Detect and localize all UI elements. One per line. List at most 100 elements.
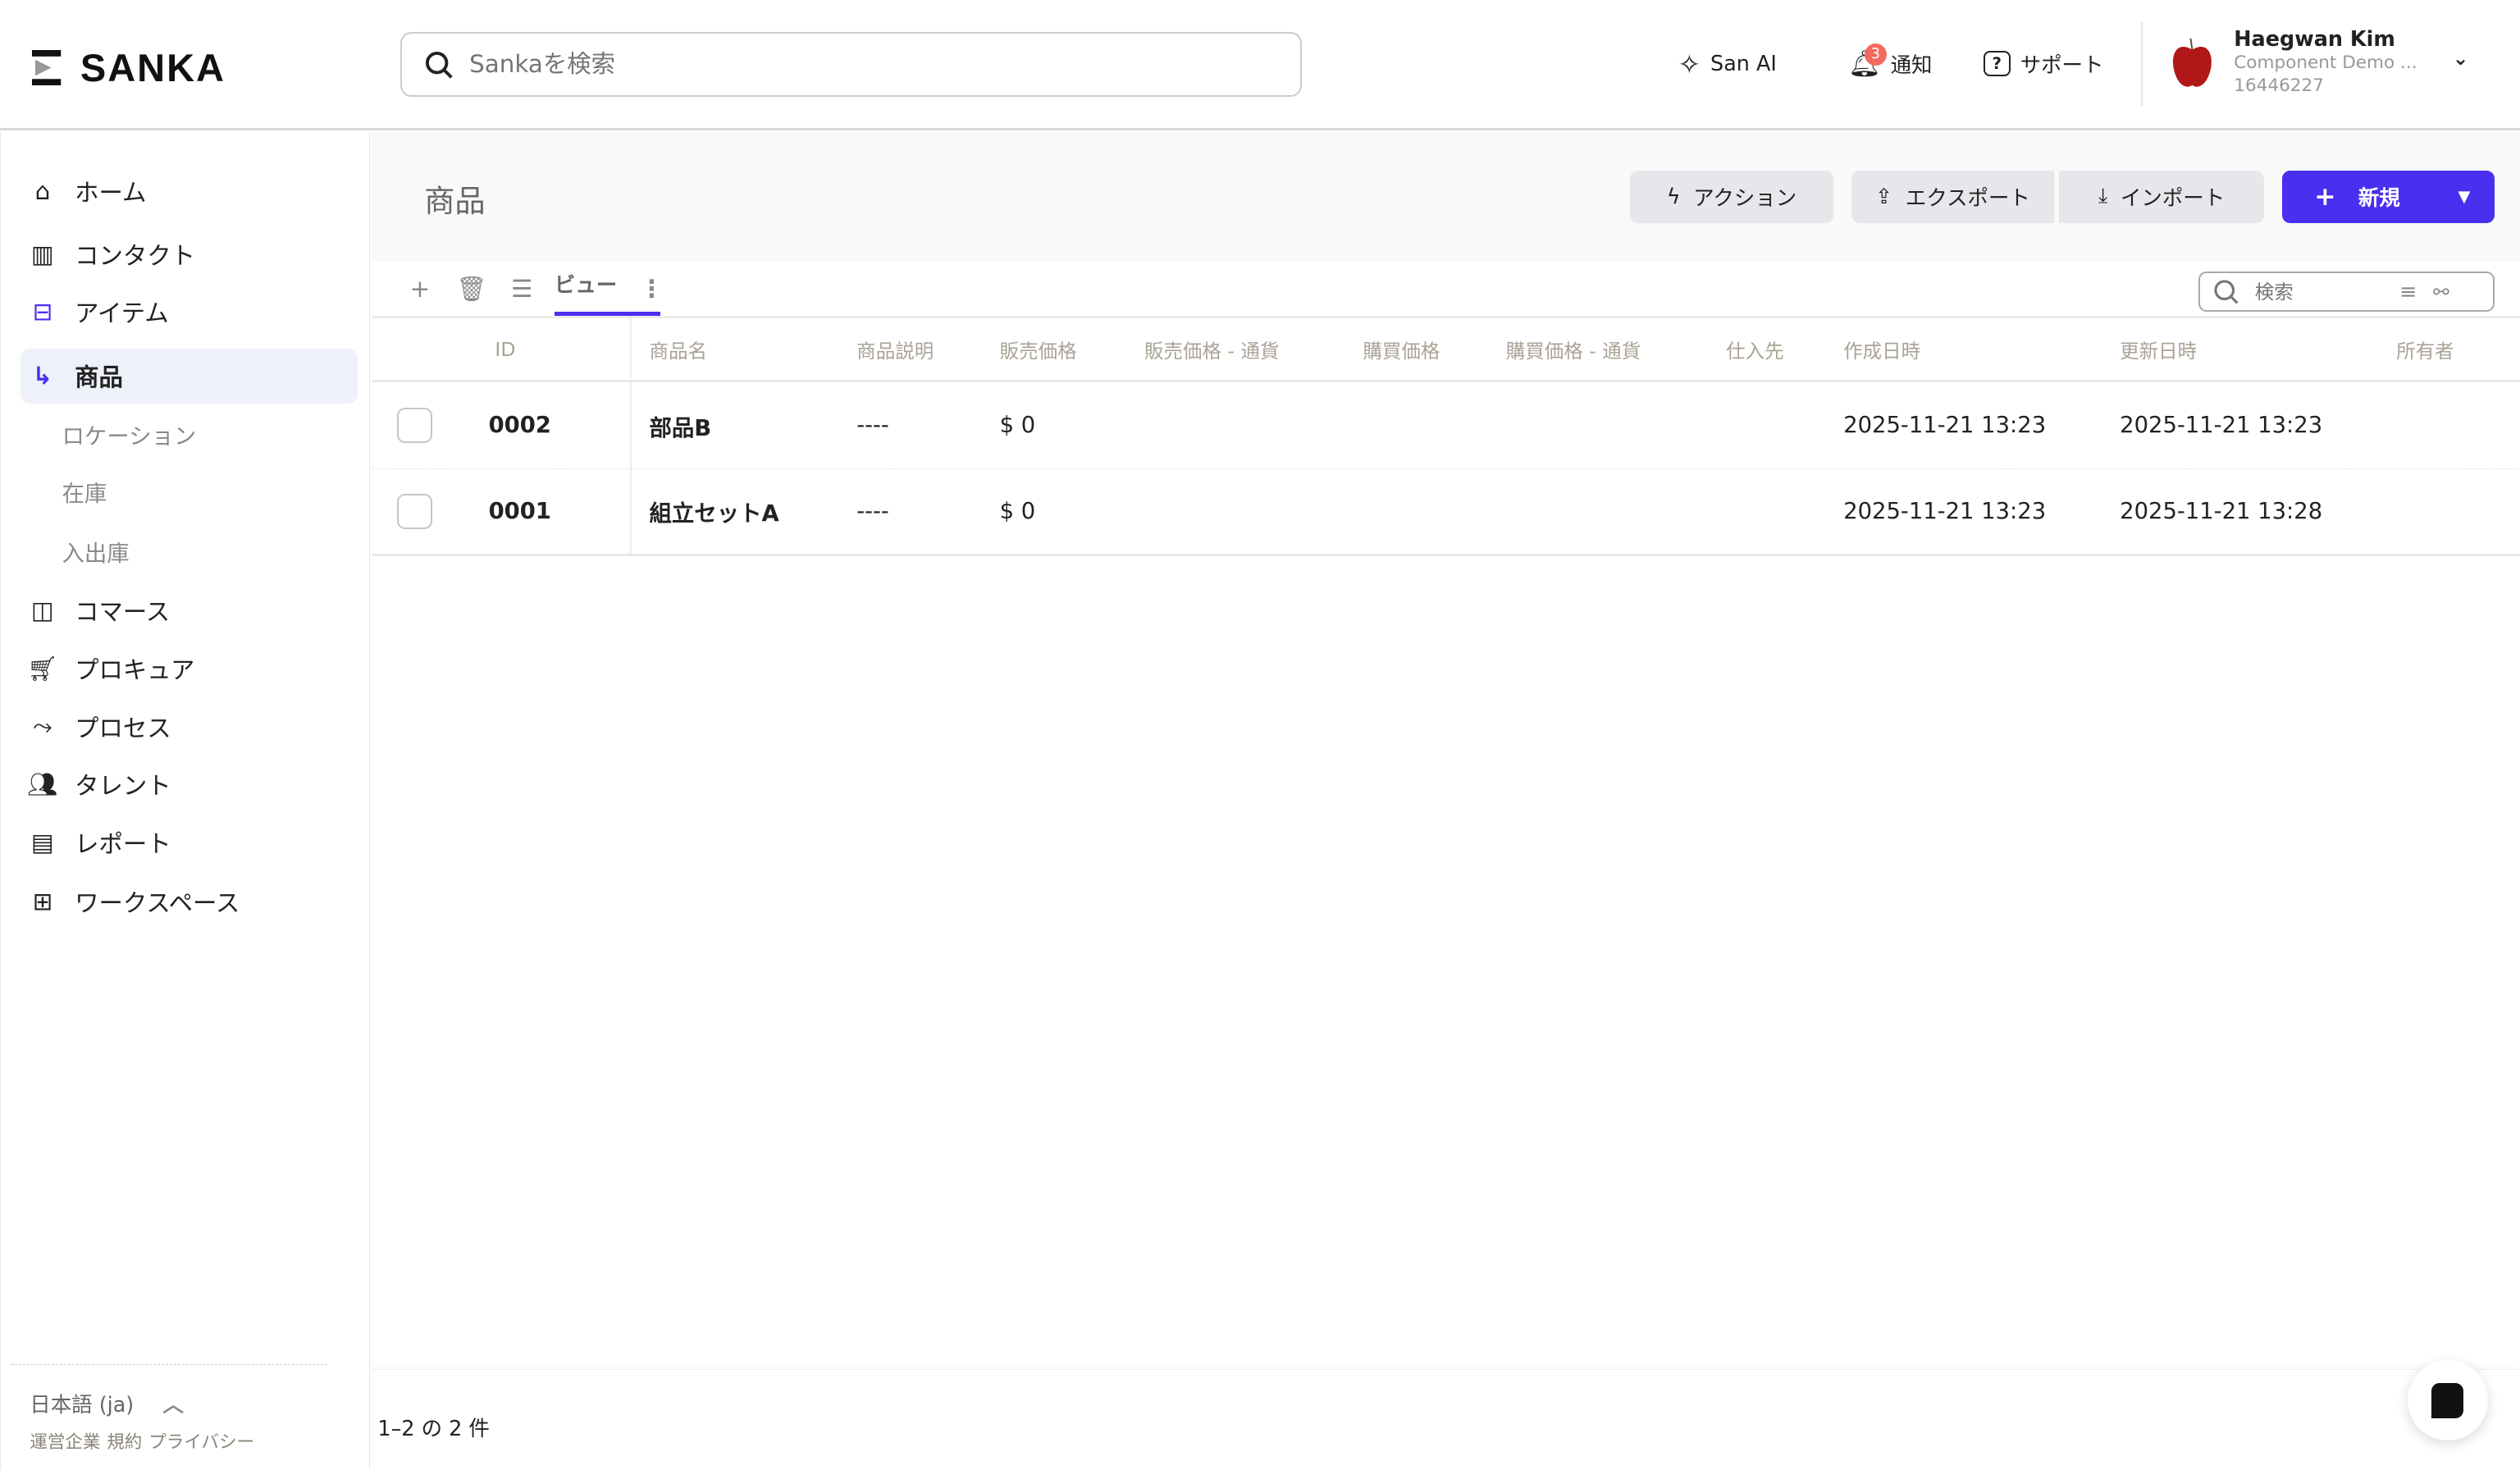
actions-button[interactable]: ϟ アクション	[1630, 171, 1834, 224]
sidebar-item-process[interactable]: ⤳プロセス	[21, 699, 358, 754]
cell-created: 2025-11-21 13:23	[1843, 469, 2046, 554]
new-label: 新規	[2358, 181, 2400, 212]
more-vertical-icon[interactable]: ⋮	[640, 275, 664, 303]
nav-label: アイテム	[75, 294, 169, 329]
sidebar-item-products[interactable]: ↳ 商品	[21, 349, 358, 404]
chat-button[interactable]	[2408, 1360, 2488, 1440]
column-header-purchase-price[interactable]: 購買価格	[1363, 318, 1440, 380]
sidebar-item-inventory[interactable]: 在庫	[21, 464, 358, 519]
table-row[interactable]: 0002 部品B ---- $ 0 2025-11-21 13:23 2025-…	[372, 382, 2520, 469]
language-selector[interactable]: 日本語 (ja) ︿	[30, 1388, 370, 1418]
cell-sale-price: $ 0	[1000, 469, 1036, 554]
logo-text: SANKA	[80, 45, 226, 90]
page-title: 商品	[424, 176, 485, 221]
cell-description: ----	[856, 469, 889, 554]
view-tabs: + 🗑︎ ☰ ビュー ⋮ ≡ ⚯	[372, 262, 2520, 318]
column-header-name[interactable]: 商品名	[650, 318, 708, 380]
column-header-purchase-currency[interactable]: 購買価格 - 通貨	[1506, 318, 1641, 380]
cell-name[interactable]: 組立セットA	[650, 469, 779, 554]
row-checkbox[interactable]	[397, 408, 432, 443]
column-header-description[interactable]: 商品説明	[856, 318, 934, 380]
global-search-input[interactable]	[469, 50, 1240, 78]
actions-label: アクション	[1693, 181, 1796, 212]
tab-view-label: ビュー	[555, 273, 617, 298]
row-checkbox[interactable]	[397, 494, 432, 529]
pagination-label: 1–2 の 2 件	[377, 1412, 490, 1442]
bell-icon: 🔔︎3	[1848, 48, 1881, 79]
chevron-down-icon[interactable]: ⌄	[2453, 47, 2469, 97]
avatar	[2170, 34, 2215, 92]
route-icon: ⤳	[26, 710, 58, 742]
sidebar-item-workspace[interactable]: ⊞ワークスペース	[21, 874, 358, 929]
sub-arrow-icon: ↳	[26, 360, 58, 392]
search-icon	[424, 50, 453, 79]
table-search[interactable]: ≡ ⚯	[2198, 272, 2494, 312]
add-view-icon[interactable]: +	[410, 275, 431, 303]
column-header-created[interactable]: 作成日時	[1843, 318, 1920, 380]
report-icon: ▤	[26, 826, 58, 858]
column-header-id[interactable]: ID	[495, 318, 515, 380]
san-ai-label: San AI	[1710, 52, 1777, 76]
cell-description: ----	[856, 382, 889, 468]
cell-updated: 2025-11-21 13:23	[2120, 382, 2322, 468]
lightning-icon: ϟ	[1667, 185, 1681, 209]
new-button[interactable]: +新規▼	[2282, 171, 2495, 224]
filter-icon[interactable]: ≡	[2399, 280, 2417, 304]
sidebar-item-items[interactable]: ⊟アイテム	[21, 285, 358, 340]
column-header-updated[interactable]: 更新日時	[2120, 318, 2197, 380]
chevron-up-icon: ︿	[162, 1388, 183, 1418]
nav-label: ワークスペース	[75, 884, 240, 919]
sidebar-item-commerce[interactable]: ◫ コマース	[21, 583, 358, 638]
support-button[interactable]: ?サポート	[1984, 48, 2104, 79]
search-icon	[2213, 279, 2239, 304]
sliders-icon[interactable]: ⚯	[2433, 281, 2449, 304]
logo[interactable]: SANKA	[32, 45, 226, 90]
notifications-button[interactable]: 🔔︎3通知	[1848, 48, 1932, 79]
nav-label: ロケーション	[62, 418, 196, 450]
global-search[interactable]	[400, 32, 1302, 96]
column-header-sale-price[interactable]: 販売価格	[1000, 318, 1077, 380]
user-menu[interactable]: Haegwan Kim Component Demo ... 16446227 …	[2170, 27, 2469, 97]
company-link[interactable]: 運営企業	[30, 1428, 100, 1454]
nav-label: 商品	[75, 358, 123, 393]
bag-icon: ◫	[26, 595, 58, 627]
table-row[interactable]: 0001 組立セットA ---- $ 0 2025-11-21 13:23 20…	[372, 469, 2520, 556]
column-header-supplier[interactable]: 仕入先	[1726, 318, 1784, 380]
user-name: Haegwan Kim	[2234, 27, 2417, 52]
sidebar-item-procure[interactable]: 🛒︎プロキュア	[21, 641, 358, 696]
nav-label: コマース	[75, 593, 170, 628]
chat-icon	[2431, 1383, 2463, 1418]
sanka-logo-icon	[32, 50, 64, 85]
terms-link[interactable]: 規約	[107, 1428, 142, 1454]
nav-label: タレント	[75, 767, 171, 801]
table-search-input[interactable]	[2255, 281, 2384, 304]
trash-icon[interactable]: 🗑︎	[456, 275, 486, 304]
caret-down-icon[interactable]: ▼	[2458, 187, 2470, 206]
nav-label: 入出庫	[62, 535, 129, 568]
export-button[interactable]: ⇪エクスポート	[1851, 171, 2054, 224]
privacy-link[interactable]: プライバシー	[148, 1428, 254, 1454]
column-header-sale-currency[interactable]: 販売価格 - 通貨	[1144, 318, 1279, 380]
sidebar-item-locations[interactable]: ロケーション	[21, 407, 358, 462]
import-button[interactable]: ⤓インポート	[2059, 171, 2265, 224]
san-ai-button[interactable]: ✧San AI	[1678, 48, 1777, 80]
products-table: ID 商品名 商品説明 販売価格 販売価格 - 通貨 購買価格 購買価格 - 通…	[372, 318, 2520, 556]
column-header-owner[interactable]: 所有者	[2396, 318, 2454, 380]
import-label: インポート	[2121, 181, 2225, 212]
list-icon[interactable]: ☰	[511, 275, 532, 303]
sidebar-item-contacts[interactable]: ▥ コンタクト	[21, 226, 358, 281]
workspace-id: 16446227	[2234, 75, 2417, 97]
cell-name[interactable]: 部品B	[650, 382, 712, 468]
building-icon: ▥	[26, 238, 58, 270]
sidebar-item-talent[interactable]: 👥︎タレント	[21, 757, 358, 812]
sidebar-item-transactions[interactable]: 入出庫	[21, 524, 358, 579]
cell-id[interactable]: 0002	[489, 382, 551, 468]
nav-label: コンタクト	[75, 237, 195, 272]
home-icon: ⌂	[26, 176, 58, 208]
nav-label: レポート	[75, 825, 171, 860]
sidebar-item-home[interactable]: ⌂ホーム	[21, 164, 358, 219]
language-label: 日本語 (ja)	[30, 1388, 134, 1418]
main-content: 商品 ϟ アクション ⇪エクスポート ⤓インポート + 新規 ▼ + 🗑︎ ☰ ビュー…	[372, 132, 2520, 1470]
cell-id[interactable]: 0001	[489, 469, 551, 554]
sidebar-item-reports[interactable]: ▤ レポート	[21, 815, 358, 870]
